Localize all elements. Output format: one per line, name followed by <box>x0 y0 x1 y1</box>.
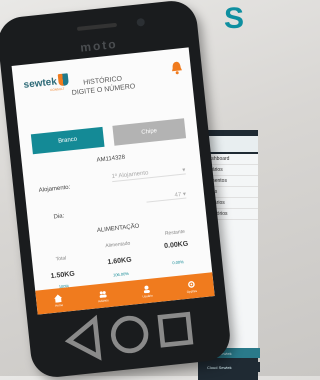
smartphone: moto sewtek CONSULT HISTÓRICO DIGITE O N… <box>0 0 233 380</box>
nav-label: Usuário <box>142 293 153 299</box>
pct-restante: 0.00% <box>172 259 184 266</box>
tab-chipe[interactable]: Chipe <box>112 118 187 146</box>
system-nav-bar <box>57 304 201 365</box>
alojamento-select[interactable]: 1º Alojamento ▾ <box>111 166 186 183</box>
value-total: 1.50KG <box>50 270 76 281</box>
phone-speaker <box>76 22 118 31</box>
group-icon <box>99 290 107 298</box>
nav-usuario[interactable]: Usuário <box>124 277 171 306</box>
chevron-down-icon: ▾ <box>182 167 186 174</box>
tab-bar: Branco Chipe <box>30 118 187 155</box>
nav-aviarios[interactable]: Aviários <box>79 281 126 310</box>
nav-label: Opções <box>186 288 198 294</box>
tab-branco[interactable]: Branco <box>30 126 105 155</box>
value-alimentado: 1.60KG <box>107 256 132 267</box>
dia-label: Dia: <box>53 213 65 221</box>
column-label-alimentado: Alimentado <box>105 240 131 250</box>
nav-opcoes[interactable]: Opções <box>168 272 215 301</box>
back-icon[interactable] <box>57 314 108 365</box>
nav-label: Home <box>54 302 64 308</box>
nav-home[interactable]: Home <box>35 286 82 315</box>
background-text: S <box>223 2 245 35</box>
chevron-down-icon: ▾ <box>182 191 187 198</box>
dia-value: 47 <box>174 192 182 199</box>
home-icon <box>54 293 63 303</box>
laptop-footer-bar-2: Cloud Sewtek <box>204 362 260 372</box>
pct-alimentado: 106.00% <box>112 270 130 278</box>
alojamento-value: 1º Alojamento <box>111 170 149 181</box>
home-circle-icon[interactable] <box>104 309 155 360</box>
nav-label: Aviários <box>97 297 109 303</box>
laptop-footer-text-2: Cloud Sewtek <box>207 365 232 370</box>
column-label-restante: Restante <box>164 228 186 237</box>
recents-icon[interactable] <box>150 304 201 355</box>
user-icon <box>144 285 151 293</box>
phone-camera <box>136 17 146 27</box>
dia-select[interactable]: 47 ▾ <box>145 190 187 203</box>
column-label-total: Total <box>55 255 67 263</box>
gear-icon <box>187 280 195 288</box>
app-screen: sewtek CONSULT HISTÓRICO DIGITE O NÚMERO… <box>11 47 215 315</box>
value-restante: 0.00KG <box>163 240 189 251</box>
alojamento-label: Alojamento: <box>38 184 71 194</box>
